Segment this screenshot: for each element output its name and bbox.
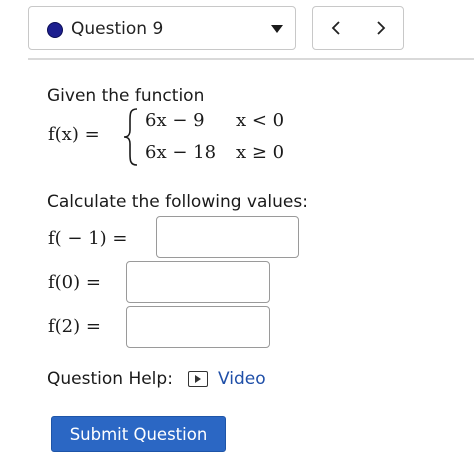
answer-input-f-neg1[interactable] <box>156 216 299 258</box>
next-question-button[interactable] <box>358 7 403 49</box>
case-1-expression: 6x − 9 <box>145 110 205 131</box>
chevron-right-icon <box>376 21 385 35</box>
header-divider <box>28 58 474 60</box>
case-2-expression: 6x − 18 <box>145 142 217 163</box>
question-nav <box>312 6 404 50</box>
submit-question-button[interactable]: Submit Question <box>51 416 226 452</box>
status-dot-icon <box>47 22 63 38</box>
problem-intro: Given the function <box>47 86 205 106</box>
video-help-link[interactable]: Video <box>218 369 266 389</box>
question-selector[interactable]: Question 9 <box>28 6 296 50</box>
answer-input-f2[interactable] <box>126 306 270 348</box>
question-selector-label: Question 9 <box>71 19 164 39</box>
caret-down-icon <box>271 25 283 33</box>
case-1-condition: x < 0 <box>236 110 285 131</box>
function-lhs: f(x) = <box>48 124 100 145</box>
answer-input-f0[interactable] <box>126 261 270 303</box>
previous-question-button[interactable] <box>313 7 358 49</box>
answer-label-f-neg1: f( − 1) = <box>48 228 128 249</box>
chevron-left-icon <box>331 21 340 35</box>
question-help-label: Question Help: <box>47 369 173 389</box>
answer-label-f0: f(0) = <box>48 272 101 293</box>
instruction-text: Calculate the following values: <box>47 192 308 212</box>
answer-label-f2: f(2) = <box>48 316 101 337</box>
video-play-icon <box>188 371 208 387</box>
piecewise-brace <box>123 108 138 166</box>
case-2-condition: x ≥ 0 <box>236 142 285 163</box>
